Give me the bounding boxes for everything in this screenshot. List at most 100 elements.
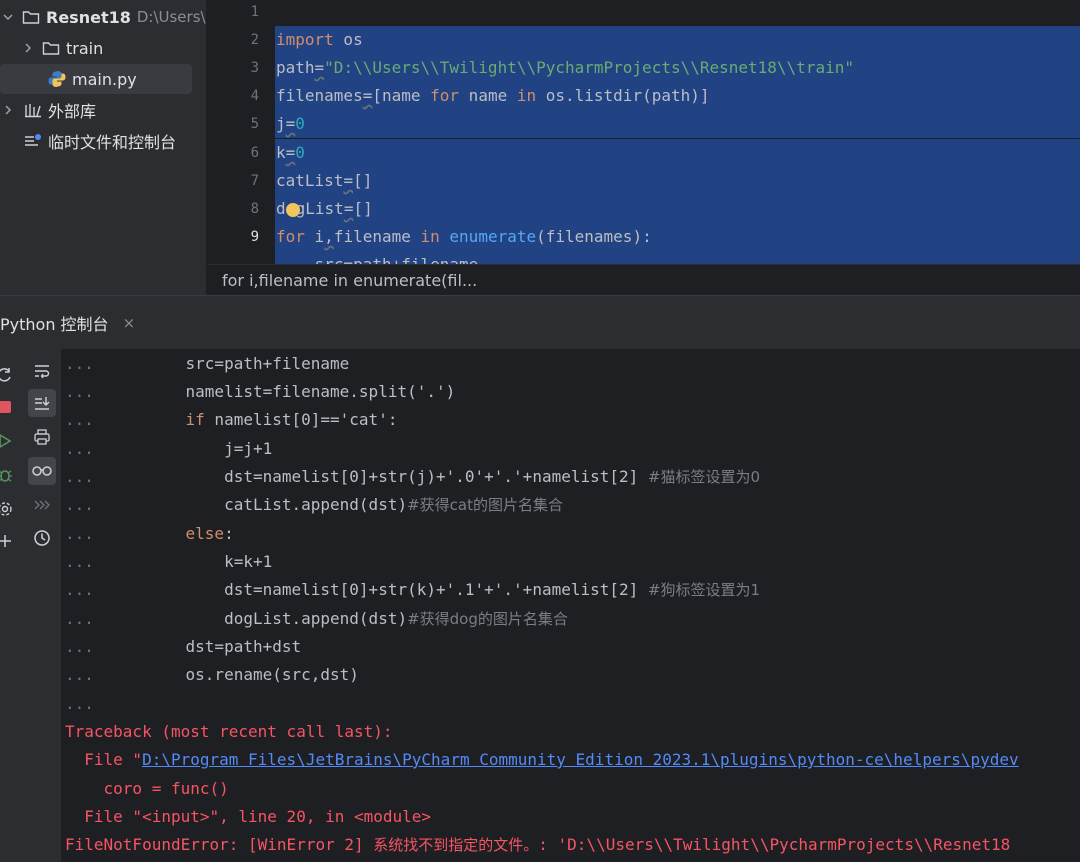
folder-icon (42, 40, 60, 56)
console-prompt: ... (65, 524, 94, 543)
traceback-code: coro = func() (65, 779, 229, 798)
line-number: 7 (250, 173, 259, 189)
console-prompt: ... (65, 580, 94, 599)
console-indent (147, 580, 224, 599)
code-comment: #获得cat的图片名集合 (407, 496, 563, 514)
error-description: 系统找不到指定的文件。 (373, 836, 539, 854)
console-line: ... dst=namelist[0]+str(k)+'.1'+'.'+name… (65, 576, 760, 604)
console-output[interactable]: ... src=path+filename ... namelist=filen… (62, 349, 1080, 862)
console-code: j=j+1 (224, 439, 273, 458)
chevron-right-icon[interactable] (0, 104, 16, 116)
code-line-10-partial: src=path+filename (275, 251, 1080, 264)
console-indent (147, 552, 224, 571)
lightbulb-icon[interactable] (286, 203, 300, 217)
code-text: [name (372, 86, 431, 105)
console-prompt: ... (65, 637, 94, 656)
console-code: namelist[0]=='cat': (204, 410, 398, 429)
tree-item-label: 外部库 (48, 102, 97, 121)
traceback-input-line: File "<input>", line 20, in <module> (65, 807, 432, 826)
code-comment: #获得dog的图片名集合 (407, 610, 568, 628)
scratches-icon (24, 133, 42, 149)
error-type: FileNotFoundError: [WinError 2] (65, 835, 374, 854)
breadcrumb: for i,filename in enumerate(fil... (207, 264, 1080, 295)
keyword: for (276, 227, 305, 246)
console-prompt: ... (65, 467, 94, 486)
settings-icon[interactable] (0, 497, 16, 521)
console-prompt: ... (65, 410, 94, 429)
debug-icon[interactable] (0, 463, 16, 487)
identifier: i (304, 227, 325, 246)
console-toolbar (22, 349, 62, 862)
chevron-right-icon[interactable] (20, 42, 36, 54)
console-indent (147, 637, 186, 656)
identifier: filename (333, 227, 421, 246)
close-icon[interactable]: × (123, 314, 136, 332)
code-text: os.listdir(path)] (536, 86, 710, 105)
identifier: catList (276, 171, 344, 190)
project-tree: Resnet18 D:\Users\ train main.py 外部库 临时文… (0, 0, 207, 295)
tree-item-main-py[interactable]: main.py (0, 64, 192, 94)
line-number: 2 (250, 32, 259, 48)
soft-wrap-icon[interactable] (28, 357, 56, 385)
tree-item-external-libraries[interactable]: 外部库 (0, 95, 206, 125)
console-indent (147, 467, 224, 486)
run-icon[interactable] (0, 429, 16, 453)
scroll-to-end-icon[interactable] (28, 389, 56, 417)
add-icon[interactable] (0, 529, 16, 553)
tree-item-train[interactable]: train (0, 33, 206, 63)
traceback-prefix: File " (65, 750, 143, 769)
identifier: j (276, 114, 286, 133)
stop-icon[interactable] (0, 395, 16, 419)
console-indent (147, 665, 186, 684)
line-number: 4 (250, 88, 259, 104)
code-line-5: j=0 (275, 110, 1080, 138)
operator: = (285, 143, 296, 162)
console-prompt: ... (65, 354, 94, 373)
tree-item-scratches[interactable]: 临时文件和控制台 (0, 126, 206, 156)
print-icon[interactable] (28, 423, 56, 451)
chevron-down-icon[interactable] (0, 11, 16, 23)
tab-python-console[interactable]: Python 控制台 × (0, 308, 135, 338)
library-icon (24, 102, 42, 118)
identifier: k (276, 143, 286, 162)
traceback-header: Traceback (most recent call last): (65, 722, 393, 741)
code-line-8: d gList=[] (275, 195, 1080, 223)
operator: , (324, 227, 334, 246)
operator: = (343, 171, 354, 190)
console-code: src=path+filename (185, 354, 350, 373)
rerun-icon[interactable] (0, 363, 16, 387)
tree-root-resnet18[interactable]: Resnet18 D:\Users\ (0, 2, 206, 32)
console-code: dst=namelist[0]+str(k)+'.1'+'.'+namelist… (224, 580, 648, 599)
traceback-file-link[interactable]: D:\Program Files\JetBrains\PyCharm Commu… (142, 750, 1019, 769)
show-variables-icon[interactable] (28, 457, 56, 485)
console-code: k=k+1 (224, 552, 273, 571)
console-indent (147, 382, 186, 401)
tree-item-label: 临时文件和控制台 (48, 133, 177, 152)
code-area[interactable]: import os path="D:\\Users\\Twilight\\Pyc… (275, 0, 1080, 264)
number-literal: 0 (295, 143, 305, 162)
code-line-6: k=0 (275, 139, 1080, 167)
operator: = (362, 86, 373, 105)
identifier: gList (295, 199, 344, 218)
console-line: ... src=path+filename (65, 350, 349, 378)
line-number: 1 (250, 4, 259, 20)
line-number-current: 9 (250, 229, 259, 245)
history-icon[interactable] (28, 524, 56, 552)
code-editor[interactable]: 1 2 3 4 5 6 7 8 9 import os path="D:\\Us… (207, 0, 1080, 264)
string-literal: "D:\\Users\\Twilight\\PycharmProjects\\R… (324, 58, 854, 77)
console-indent (147, 354, 186, 373)
breadcrumb-item[interactable]: for i,filename in enumerate(fil... (222, 265, 477, 296)
identifier: filenames (276, 86, 363, 105)
number-literal: 0 (295, 114, 305, 133)
operator: = (314, 58, 325, 77)
code-line-2: import os (275, 26, 1080, 54)
console-line: ... catList.append(dst)#获得cat的图片名集合 (65, 491, 563, 519)
code-line-7: catList=[] (275, 167, 1080, 195)
more-icon[interactable] (28, 491, 56, 519)
code-text: src=path+filename (276, 255, 479, 264)
console-line: ... else: (65, 520, 234, 548)
identifier: path (276, 58, 315, 77)
keyword: else (185, 524, 225, 543)
keyword: in (420, 227, 440, 246)
console-line: ... (65, 690, 147, 718)
